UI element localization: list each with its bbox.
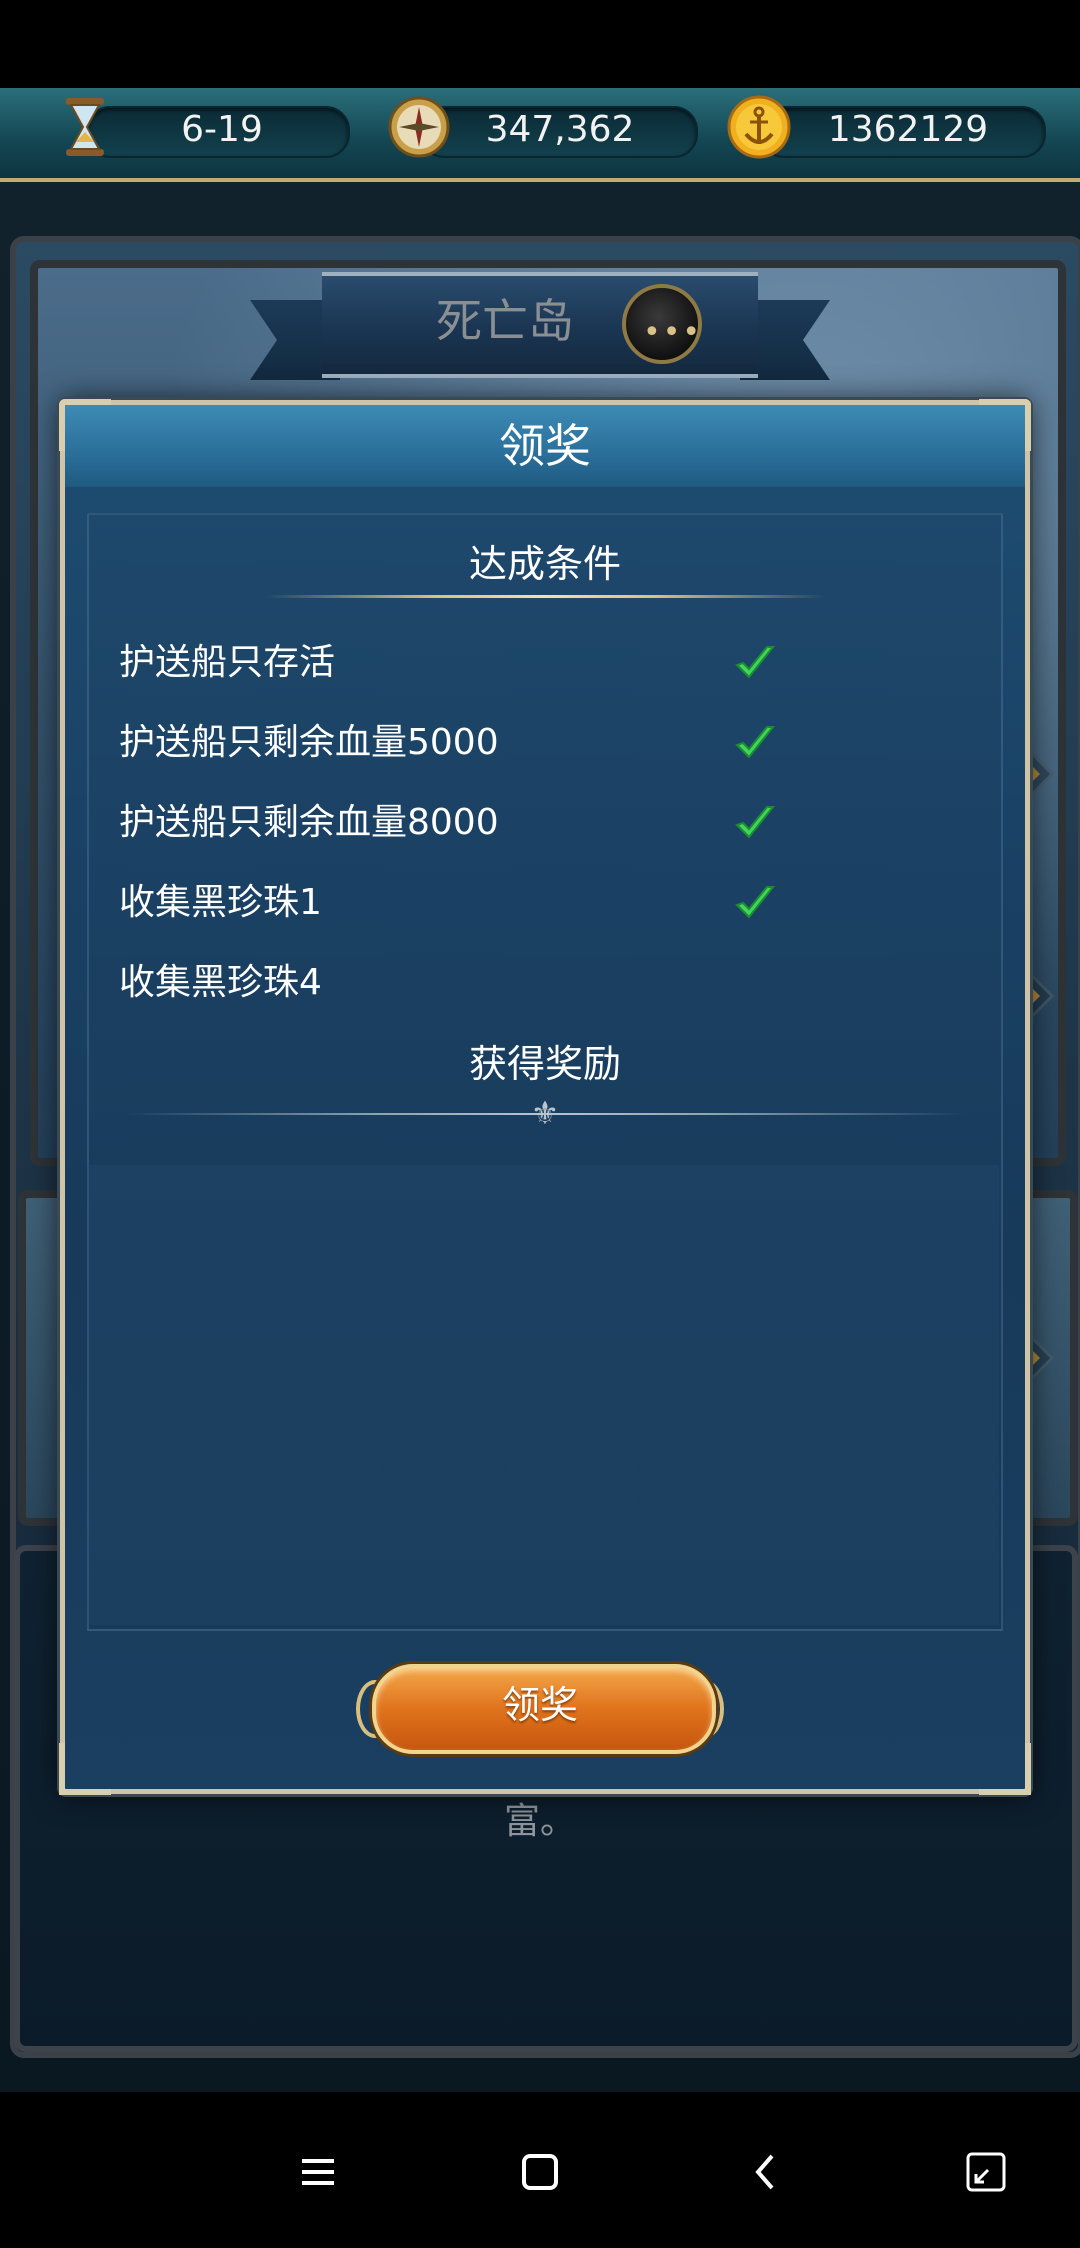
resource-gold[interactable]: 1362129: [726, 95, 1046, 159]
claim-button[interactable]: 领奖: [356, 1656, 724, 1754]
rotate-icon[interactable]: [958, 2144, 1014, 2200]
fleur-ornament-icon: ⚜: [530, 1094, 560, 1132]
hourglass-icon: [66, 98, 104, 156]
menu-icon[interactable]: [290, 2144, 346, 2200]
frame-corner: [59, 1743, 111, 1795]
checkmark-icon: [735, 886, 776, 919]
condition-row: 护送船只存活: [119, 635, 819, 691]
frame-corner: [979, 1743, 1031, 1795]
condition-row: 护送船只剩余血量5000: [119, 715, 819, 771]
resource-compass[interactable]: 347,362: [386, 96, 698, 158]
home-icon[interactable]: [512, 2144, 568, 2200]
screen: 6-19 347,362 1362129 富。 死亡岛 ••• 领奖 达成条件 …: [0, 0, 1080, 2248]
time-value: 6-19: [181, 109, 263, 150]
frame-corner: [979, 399, 1031, 451]
condition-text: 收集黑珍珠4: [119, 962, 322, 1003]
compass-value: 347,362: [485, 109, 635, 150]
resource-time[interactable]: 6-19: [52, 98, 350, 158]
chat-bubble-icon[interactable]: •••: [622, 284, 702, 364]
condition-text: 护送船只存活: [119, 642, 336, 683]
condition-row: 收集黑珍珠1: [119, 875, 819, 931]
condition-text: 收集黑珍珠1: [119, 882, 322, 923]
dialog-title: 领奖: [499, 419, 591, 473]
compass-icon: [388, 96, 450, 158]
anchor-coin-icon: [727, 95, 791, 159]
gold-value: 1362129: [827, 109, 989, 150]
checkmark-icon: [735, 646, 776, 679]
conditions-title: 达成条件: [468, 542, 621, 586]
rewards-title: 获得奖励: [468, 1042, 621, 1086]
checkmark-icon: [735, 726, 776, 759]
condition-text: 护送船只剩余血量8000: [119, 802, 499, 843]
gold-divider: [265, 595, 825, 598]
resource-bar: 6-19 347,362 1362129: [0, 88, 1080, 182]
claim-reward-dialog: 领奖 达成条件 护送船只存活 护送船只剩余血量5000 护送船只剩余血量8000: [59, 399, 1031, 1795]
frame-corner: [59, 399, 111, 451]
checkmark-icon: [735, 806, 776, 839]
navigation-bar: [0, 2096, 1080, 2248]
status-bar: [0, 0, 1080, 88]
reward-list: [87, 1165, 999, 1625]
condition-text: 护送船只剩余血量5000: [119, 722, 499, 763]
back-icon[interactable]: [738, 2144, 794, 2200]
condition-row: 护送船只剩余血量8000: [119, 795, 819, 851]
claim-button-label: 领奖: [501, 1683, 578, 1727]
condition-row: 收集黑珍珠4: [119, 955, 819, 1011]
